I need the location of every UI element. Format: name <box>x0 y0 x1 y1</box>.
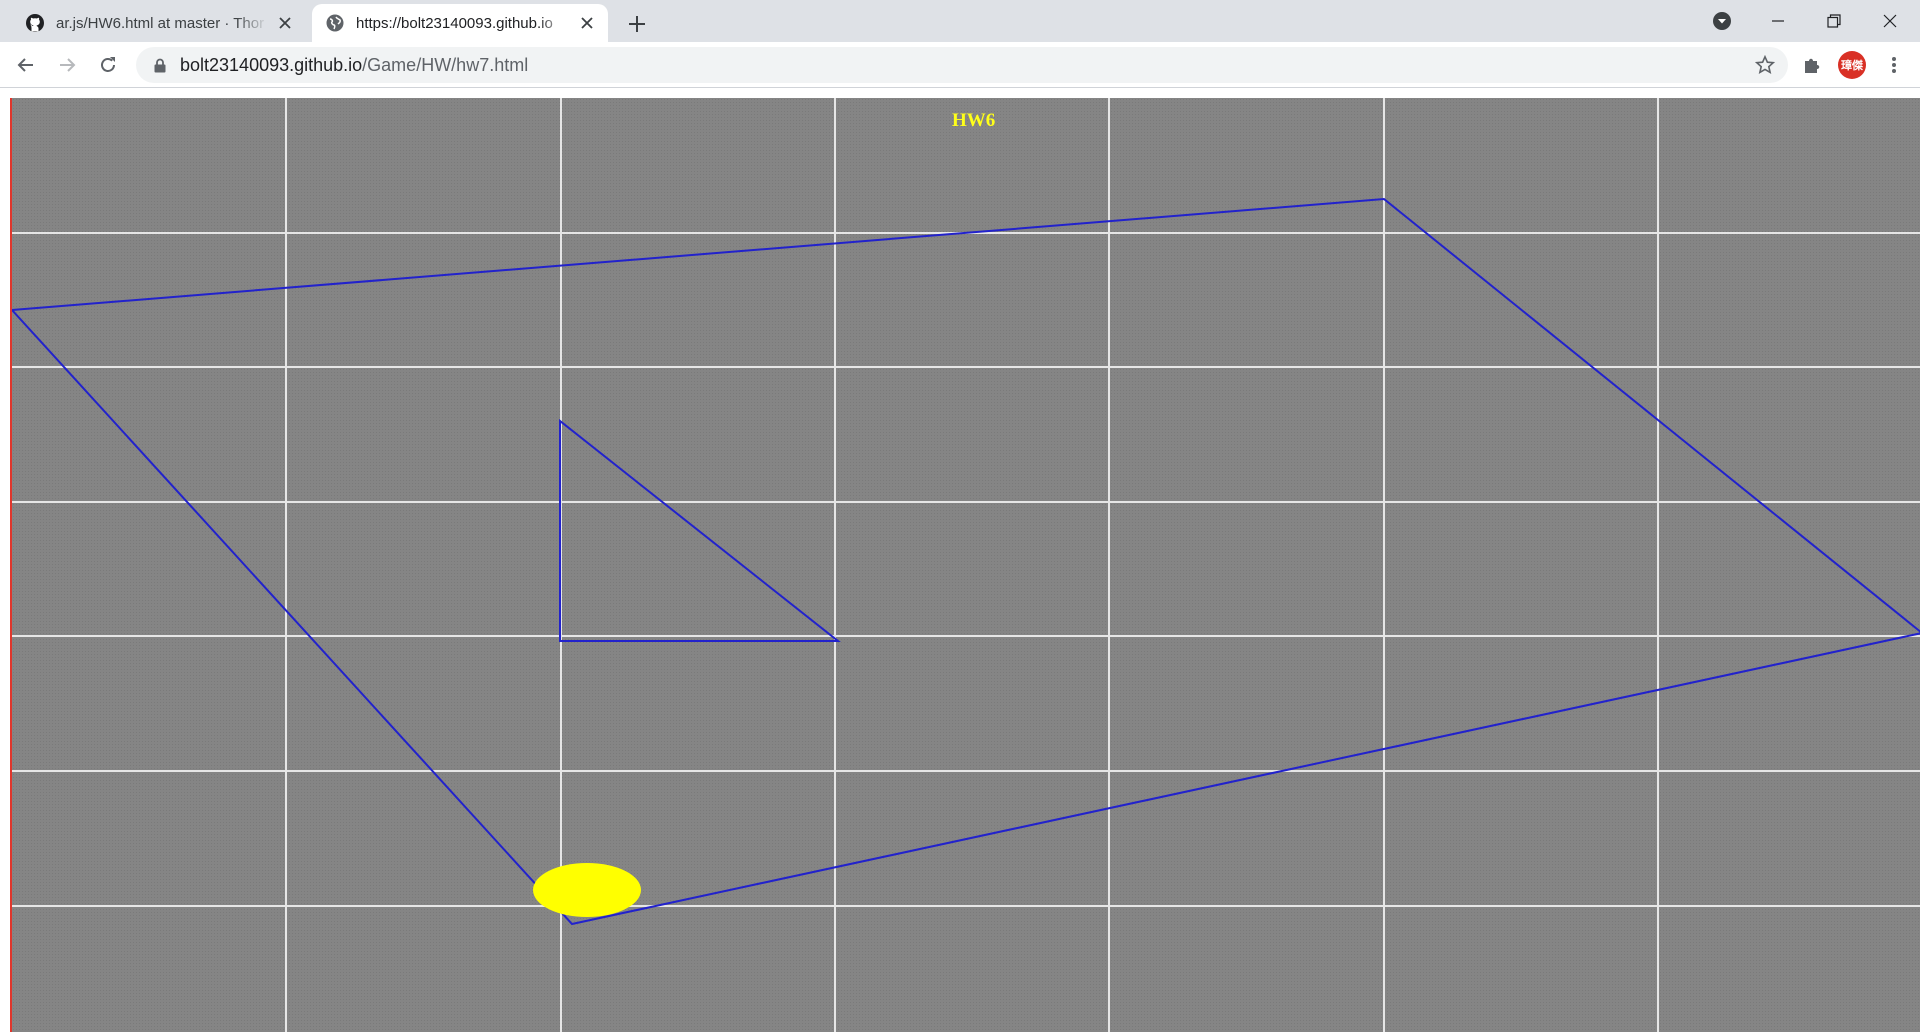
grid-lines <box>12 98 1920 1032</box>
restore-icon[interactable] <box>1806 0 1862 42</box>
forward-arrow-icon[interactable] <box>51 49 83 81</box>
lock-icon[interactable] <box>152 56 168 74</box>
triangle-shape <box>559 418 841 642</box>
url-text[interactable]: bolt23140093.github.io/Game/HW/hw7.html <box>180 55 528 76</box>
yellow-ball <box>533 863 641 917</box>
game-canvas[interactable]: HW6 <box>10 98 1920 1032</box>
back-arrow-icon[interactable] <box>10 49 42 81</box>
extensions-puzzle-icon[interactable] <box>1796 49 1828 81</box>
globe-icon <box>324 12 346 34</box>
bookmark-star-icon[interactable] <box>1754 54 1776 76</box>
tab-title: https://bolt23140093.github.io <box>356 14 553 32</box>
menu-kebab-icon[interactable] <box>1878 49 1910 81</box>
address-bar[interactable]: bolt23140093.github.io/Game/HW/hw7.html <box>136 47 1788 83</box>
reload-icon[interactable] <box>92 49 124 81</box>
tab-strip: ar.js/HW6.html at master · Thor https://… <box>0 0 1920 42</box>
tab-hw7-active[interactable]: https://bolt23140093.github.io <box>312 4 608 42</box>
avatar[interactable]: 璋傑 <box>1838 51 1866 79</box>
url-path: /Game/HW/hw7.html <box>362 54 529 75</box>
tab-close-icon[interactable] <box>576 12 598 34</box>
url-host: bolt23140093.github.io <box>180 54 363 75</box>
tab-github-hw6[interactable]: ar.js/HW6.html at master · Thor <box>12 4 306 42</box>
quadrilateral-shape <box>12 197 1920 926</box>
plus-icon[interactable] <box>622 9 652 39</box>
browser-toolbar: bolt23140093.github.io/Game/HW/hw7.html … <box>0 42 1920 88</box>
canvas-scene <box>12 98 1920 1032</box>
tab-close-icon[interactable] <box>274 12 296 34</box>
github-icon <box>24 12 46 34</box>
page-content: HW6 <box>0 88 1920 1032</box>
page-title: HW6 <box>952 110 996 131</box>
profile-dropdown-icon[interactable] <box>1694 0 1750 42</box>
close-icon[interactable] <box>1862 0 1918 42</box>
minimize-icon[interactable] <box>1750 0 1806 42</box>
tab-title: ar.js/HW6.html at master · Thor <box>56 14 265 32</box>
